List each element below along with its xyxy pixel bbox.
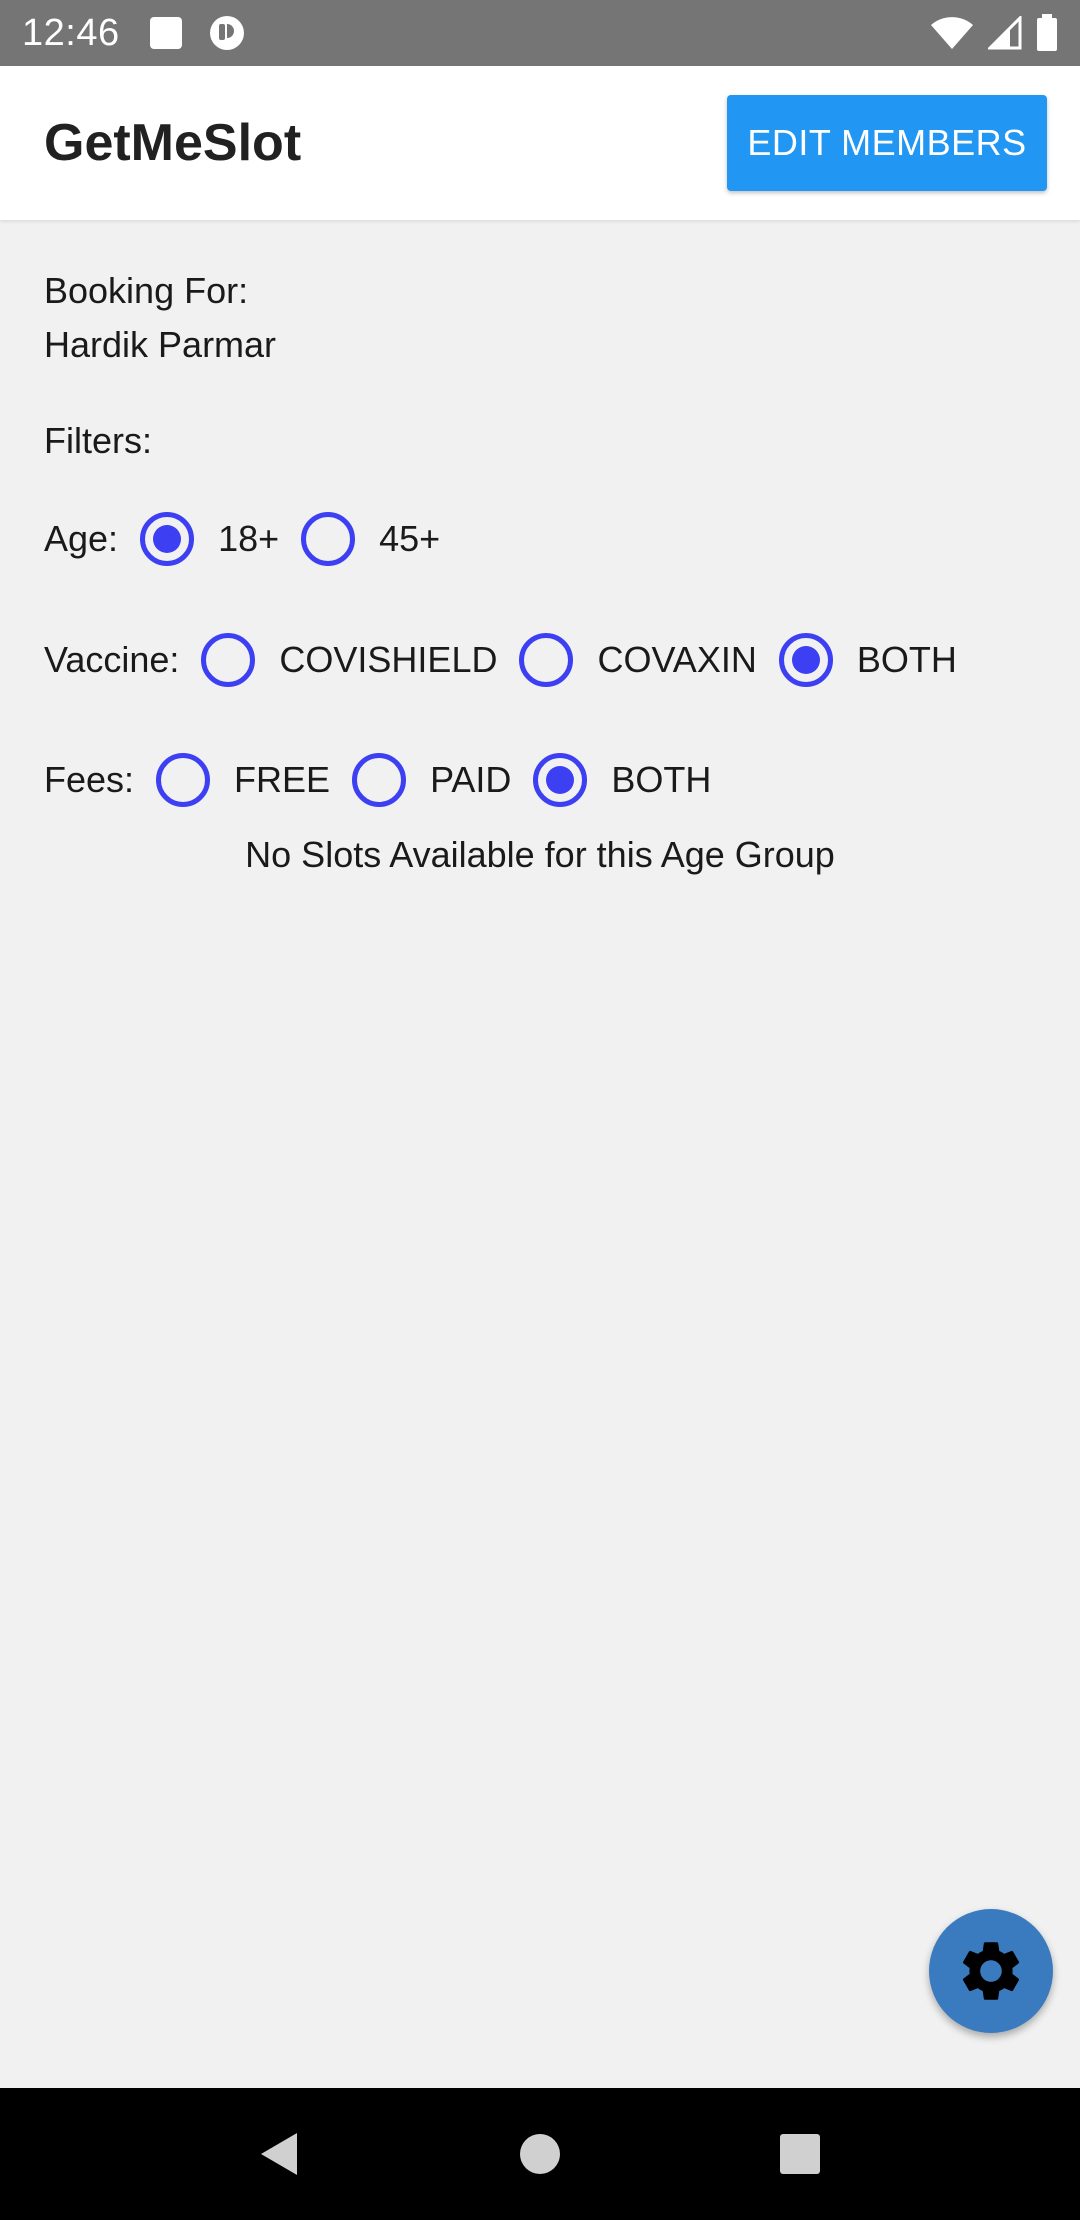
vaccine-filter-row: Vaccine: COVISHIELD COVAXIN BOTH: [44, 630, 979, 690]
fees-paid-radio[interactable]: [352, 753, 407, 807]
vaccine-covaxin-radio[interactable]: [519, 633, 574, 687]
vaccine-both-radio[interactable]: [778, 633, 833, 687]
app-bar: GetMeSlot EDIT MEMBERS: [0, 66, 1080, 220]
fees-both-radio[interactable]: [533, 753, 588, 807]
settings-fab-button[interactable]: [929, 1909, 1053, 2033]
fees-free-radio[interactable]: [156, 753, 211, 807]
home-icon: [520, 2134, 560, 2174]
status-bar: 12:46: [0, 0, 1080, 66]
fees-both-label[interactable]: BOTH: [611, 759, 711, 801]
notification-square-icon: [149, 17, 182, 49]
gear-icon: [962, 1942, 1020, 2000]
vaccine-both-label[interactable]: BOTH: [857, 639, 957, 681]
recents-icon: [780, 2134, 820, 2174]
wifi-icon: [931, 17, 973, 49]
vaccine-covaxin-label[interactable]: COVAXIN: [597, 639, 756, 681]
no-slots-message: No Slots Available for this Age Group: [245, 834, 835, 875]
signal-icon: [988, 16, 1022, 50]
age-45-radio[interactable]: [301, 512, 356, 566]
fees-filter-label: Fees:: [44, 759, 135, 800]
filters-heading: Filters:: [44, 420, 152, 461]
booking-for-label: Booking For:: [44, 270, 249, 311]
age-45-label[interactable]: 45+: [379, 518, 440, 560]
age-18-label[interactable]: 18+: [218, 518, 279, 560]
vaccine-covishield-label[interactable]: COVISHIELD: [279, 639, 497, 681]
back-icon: [261, 2133, 297, 2175]
app-title: GetMeSlot: [44, 114, 302, 172]
booking-member-name: Hardik Parmar: [44, 324, 277, 365]
fees-paid-label[interactable]: PAID: [430, 759, 511, 801]
nav-back-button[interactable]: [240, 2114, 320, 2194]
nav-recents-button[interactable]: [760, 2114, 840, 2194]
age-filter-label: Age:: [44, 518, 119, 559]
fees-free-label[interactable]: FREE: [234, 759, 330, 801]
vaccine-covishield-radio[interactable]: [201, 633, 256, 687]
fees-filter-row: Fees: FREE PAID BOTH: [44, 750, 733, 810]
edit-members-button[interactable]: EDIT MEMBERS: [727, 95, 1047, 191]
system-nav-bar: [0, 2088, 1080, 2220]
age-filter-row: Age: 18+ 45+: [44, 509, 462, 569]
vaccine-filter-label: Vaccine:: [44, 639, 180, 680]
app-notification-icon: [209, 16, 244, 50]
status-time: 12:46: [22, 11, 120, 54]
battery-icon: [1037, 14, 1057, 51]
nav-home-button[interactable]: [500, 2114, 580, 2194]
age-18-radio[interactable]: [140, 512, 195, 566]
